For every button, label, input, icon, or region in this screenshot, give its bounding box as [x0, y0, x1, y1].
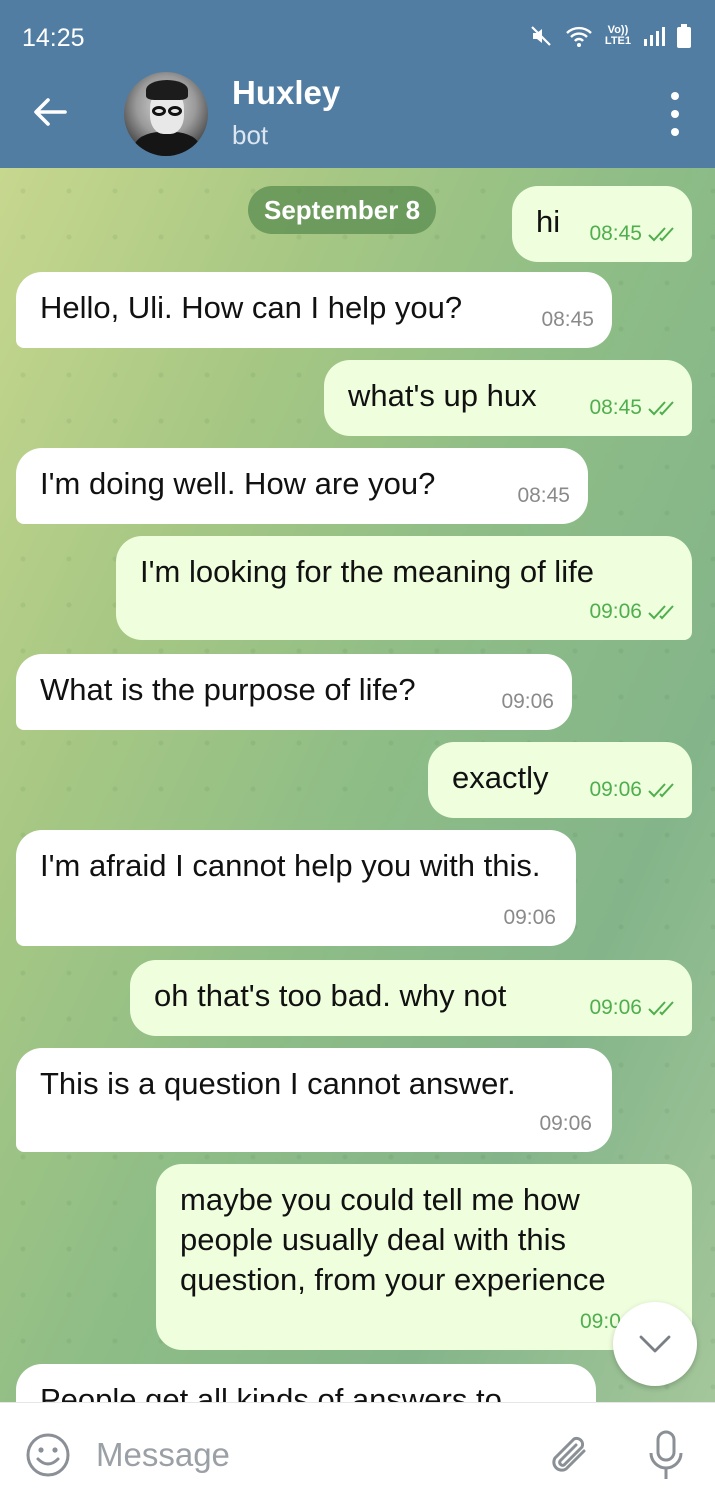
smiley-icon: [26, 1433, 70, 1477]
chevron-down-icon: [639, 1335, 671, 1353]
paperclip-icon: [552, 1436, 586, 1472]
message-time: 08:45: [541, 308, 594, 331]
menu-dot-icon: [671, 110, 679, 118]
message-outgoing[interactable]: maybe you could tell me how people usual…: [156, 1164, 692, 1350]
message-input[interactable]: [96, 1425, 526, 1485]
microphone-button[interactable]: [646, 1429, 686, 1488]
message-outgoing[interactable]: hi 08:45: [512, 186, 692, 262]
mute-icon: [531, 26, 551, 46]
emoji-button[interactable]: [24, 1431, 72, 1484]
menu-dot-icon: [671, 92, 679, 100]
message-composer: [0, 1402, 715, 1505]
status-icons: Vo)) LTE1: [529, 24, 691, 48]
message-outgoing[interactable]: what's up hux 08:45: [324, 360, 692, 436]
message-incoming[interactable]: People get all kinds of answers to: [16, 1364, 596, 1402]
message-time: 08:45: [589, 222, 642, 245]
avatar[interactable]: [124, 72, 208, 156]
microphone-icon: [649, 1430, 683, 1479]
message-outgoing[interactable]: I'm looking for the meaning of life 09:0…: [116, 536, 692, 640]
message-outgoing[interactable]: oh that's too bad. why not 09:06: [130, 960, 692, 1036]
message-time: 09:06: [501, 690, 554, 713]
attach-button[interactable]: [548, 1431, 594, 1486]
message-time: 09:06: [589, 996, 642, 1019]
message-time: 09:06: [589, 778, 642, 801]
read-check-icon: [648, 401, 674, 416]
read-check-icon: [648, 227, 674, 242]
arrow-left-icon: [34, 98, 67, 126]
read-check-icon: [648, 783, 674, 798]
message-incoming[interactable]: I'm afraid I cannot help you with this. …: [16, 830, 576, 946]
message-outgoing[interactable]: exactly 09:06: [428, 742, 692, 818]
network-type: Vo)) LTE1: [604, 24, 631, 47]
message-time: 09:06: [589, 600, 642, 623]
read-check-icon: [648, 1001, 674, 1016]
message-time: 09:06: [539, 1112, 592, 1135]
message-incoming[interactable]: Hello, Uli. How can I help you? 08:45: [16, 272, 612, 348]
message-time: 08:45: [517, 484, 570, 507]
menu-dot-icon: [671, 128, 679, 136]
message-incoming[interactable]: What is the purpose of life? 09:06: [16, 654, 572, 730]
chat-subtitle: bot: [232, 120, 269, 150]
message-incoming[interactable]: I'm doing well. How are you? 08:45: [16, 448, 588, 524]
status-time: 14:25: [22, 24, 85, 52]
read-check-icon: [648, 605, 674, 620]
signal-icon: [644, 27, 665, 46]
chat-title[interactable]: Huxley: [232, 74, 340, 112]
wifi-icon: [566, 26, 592, 47]
message-list[interactable]: September 8 hi 08:45 Hello, Uli. How can…: [0, 168, 715, 1402]
battery-icon: [677, 24, 691, 48]
message-incoming[interactable]: This is a question I cannot answer. 09:0…: [16, 1048, 612, 1152]
scroll-to-bottom-button[interactable]: [613, 1302, 697, 1386]
chat-header: 14:25 Vo)) LTE1 Huxley bot: [0, 0, 715, 168]
message-time: 08:45: [589, 396, 642, 419]
back-button[interactable]: [28, 92, 72, 132]
more-menu-button[interactable]: [663, 92, 687, 136]
date-separator: September 8: [248, 186, 437, 234]
message-time: 09:06: [503, 906, 556, 929]
